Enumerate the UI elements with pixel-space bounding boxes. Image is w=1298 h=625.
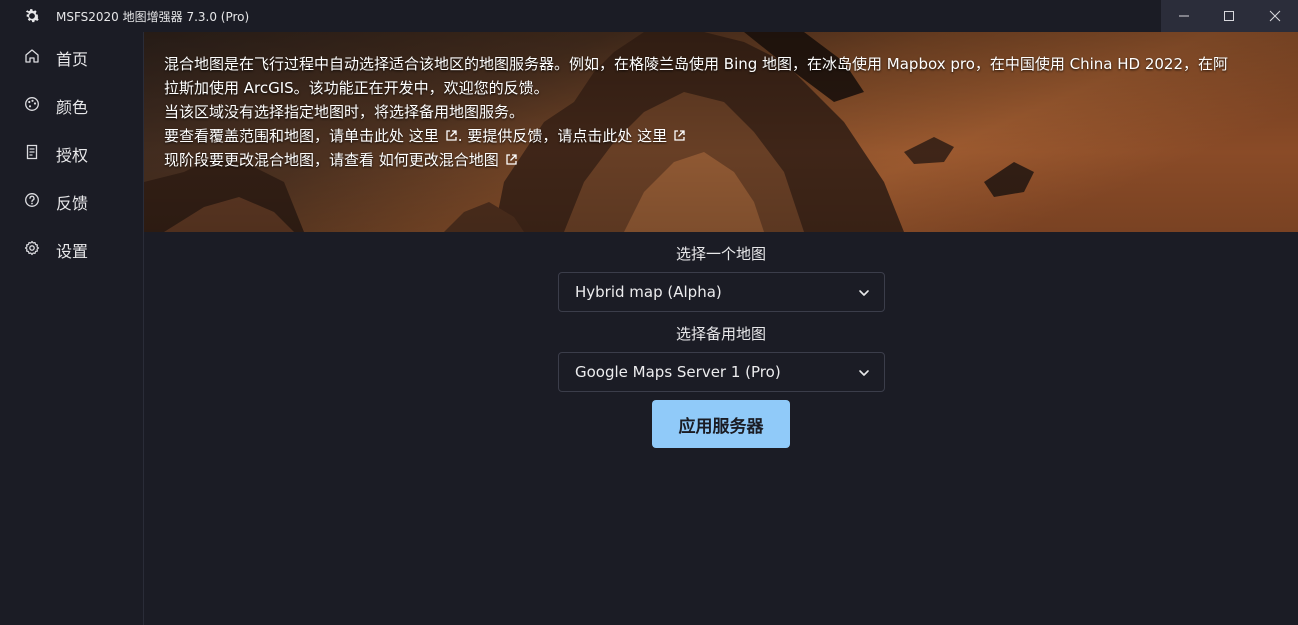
sidebar-item-home[interactable]: 首页 [0, 36, 143, 76]
home-icon [25, 49, 39, 63]
window-controls [1161, 0, 1298, 32]
description-line-4: 要查看覆盖范围和地图，请单击此处 这里. 要提供反馈，请点击此处 这里 [164, 124, 1284, 148]
sidebar-item-label: 首页 [56, 50, 89, 69]
close-button[interactable] [1252, 0, 1298, 32]
feedback-link[interactable]: 这里 [637, 127, 667, 145]
maximize-button[interactable] [1207, 0, 1253, 32]
close-icon [1269, 10, 1281, 22]
sidebar-item-label: 反馈 [56, 194, 89, 213]
gear-icon [24, 240, 40, 256]
map-select-label: 选择一个地图 [675, 245, 766, 263]
description-line-5: 现阶段要更改混合地图，请查看 如何更改混合地图 [164, 148, 1284, 172]
change-map-text: 现阶段要更改混合地图，请查看 [164, 151, 379, 169]
backup-map-select[interactable]: Google Maps Server 1 (Pro) [558, 352, 885, 392]
chevron-down-icon [859, 290, 869, 296]
window-title: MSFS2020 地图增强器 7.3.0 (Pro) [56, 10, 250, 24]
backup-map-select-label: 选择备用地图 [675, 325, 766, 343]
map-select[interactable]: Hybrid map (Alpha) [558, 272, 885, 312]
minimize-button[interactable] [1161, 0, 1207, 32]
feedback-text: . 要提供反馈，请点击此处 [457, 127, 638, 145]
help-circle-icon [25, 193, 39, 207]
gear-icon [25, 9, 40, 23]
apply-server-button[interactable]: 应用服务器 [652, 400, 790, 448]
sidebar-item-label: 授权 [56, 146, 89, 165]
maximize-icon [1224, 11, 1235, 21]
coverage-link[interactable]: 这里 [409, 127, 439, 145]
title-bar: MSFS2020 地图增强器 7.3.0 (Pro) [0, 0, 1298, 32]
sidebar-item-label: 颜色 [56, 98, 89, 117]
sidebar-item-feedback[interactable]: 反馈 [0, 180, 143, 220]
sidebar-item-colors[interactable]: 颜色 [0, 84, 143, 124]
external-link-icon[interactable] [673, 129, 686, 142]
map-select-value: Hybrid map (Alpha) [575, 283, 722, 301]
external-link-icon[interactable] [445, 129, 458, 142]
minimize-icon [1178, 15, 1189, 17]
hero-banner: 混合地图是在飞行过程中自动选择适合该地区的地图服务器。例如，在格陵兰岛使用 Bi… [144, 32, 1298, 232]
hybrid-map-description: 混合地图是在飞行过程中自动选择适合该地区的地图服务器。例如，在格陵兰岛使用 Bi… [164, 52, 1284, 172]
palette-icon [25, 97, 39, 111]
sidebar-item-settings[interactable]: 设置 [0, 228, 143, 268]
chevron-down-icon [859, 370, 869, 376]
description-line-2: 拉斯加使用 ArcGIS。该功能正在开发中，欢迎您的反馈。 [164, 79, 549, 97]
license-icon [26, 144, 38, 160]
sidebar-item-license[interactable]: 授权 [0, 132, 143, 172]
main-content: 混合地图是在飞行过程中自动选择适合该地区的地图服务器。例如，在格陵兰岛使用 Bi… [144, 32, 1298, 625]
sidebar-item-label: 设置 [56, 242, 89, 261]
backup-map-select-value: Google Maps Server 1 (Pro) [575, 363, 781, 381]
description-line-3: 当该区域没有选择指定地图时，将选择备用地图服务。 [164, 103, 525, 121]
coverage-text: 要查看覆盖范围和地图，请单击此处 [164, 127, 409, 145]
description-line-1: 混合地图是在飞行过程中自动选择适合该地区的地图服务器。例如，在格陵兰岛使用 Bi… [164, 55, 1229, 73]
external-link-icon[interactable] [505, 153, 518, 166]
sidebar: 首页 颜色 授权 反馈 设置 [0, 32, 144, 625]
change-map-link[interactable]: 如何更改混合地图 [379, 151, 499, 169]
